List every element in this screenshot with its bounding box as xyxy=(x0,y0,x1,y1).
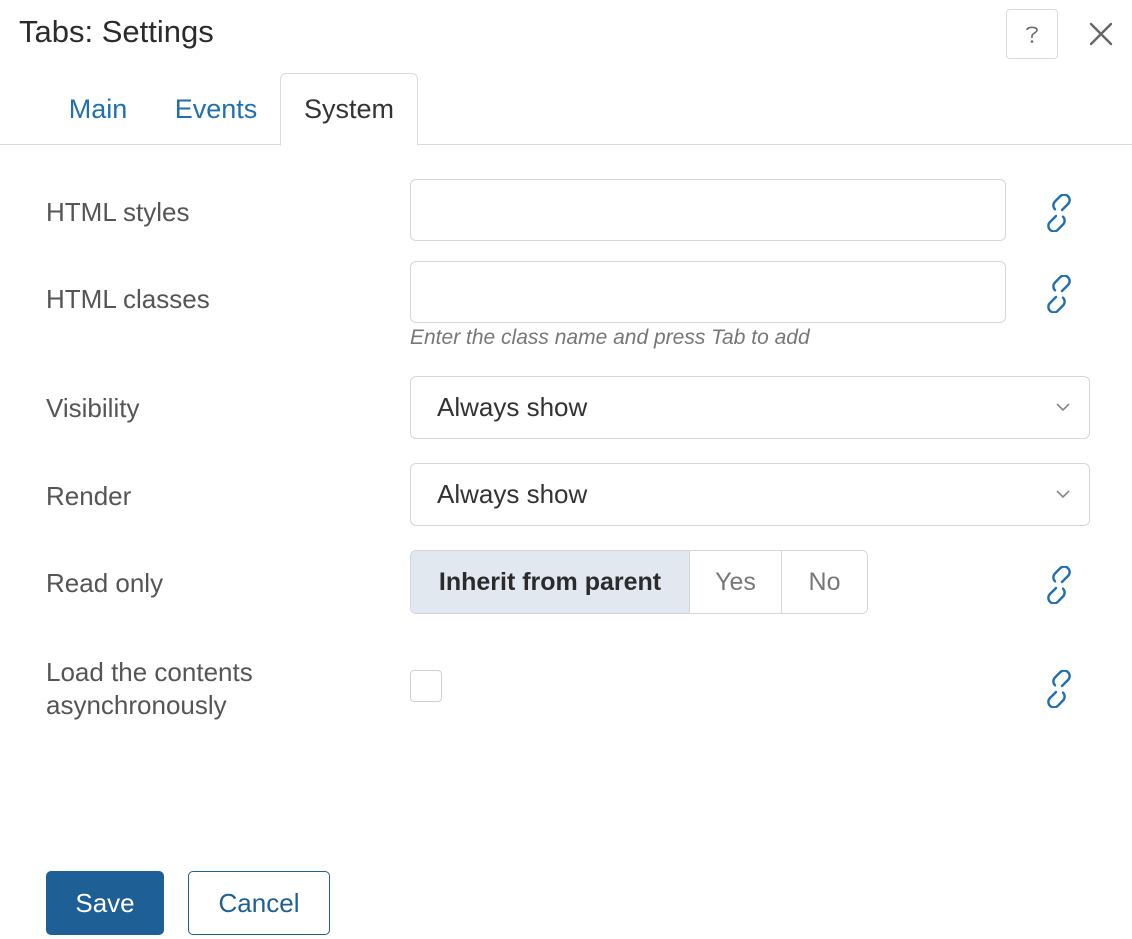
load-async-label-line2: asynchronously xyxy=(46,690,227,720)
read-only-option-yes[interactable]: Yes xyxy=(689,551,781,613)
html-styles-input[interactable] xyxy=(410,179,1006,241)
html-classes-label: HTML classes xyxy=(46,284,210,314)
tab-main[interactable]: Main xyxy=(52,73,144,145)
close-button[interactable] xyxy=(1084,16,1118,52)
load-async-label: Load the contents asynchronously xyxy=(46,656,253,722)
html-styles-label: HTML styles xyxy=(46,197,190,227)
read-only-option-no[interactable]: No xyxy=(781,551,867,613)
link-icon[interactable] xyxy=(1040,194,1078,232)
help-question-icon xyxy=(1026,26,1038,43)
tab-system[interactable]: System xyxy=(280,73,418,146)
render-label: Render xyxy=(46,481,132,511)
render-selected-value: Always show xyxy=(437,479,588,509)
tab-events[interactable]: Events xyxy=(158,73,274,145)
chevron-down-icon xyxy=(1056,403,1070,412)
read-only-label: Read only xyxy=(46,568,164,598)
link-icon[interactable] xyxy=(1040,275,1078,313)
html-classes-hint: Enter the class name and press Tab to ad… xyxy=(410,326,810,349)
save-button[interactable]: Save xyxy=(46,871,164,935)
help-button[interactable] xyxy=(1006,9,1058,59)
cancel-button[interactable]: Cancel xyxy=(188,871,330,935)
close-icon xyxy=(1089,22,1113,46)
dialog-title: Tabs: Settings xyxy=(19,14,214,49)
visibility-label: Visibility xyxy=(46,393,140,423)
load-async-checkbox[interactable] xyxy=(410,670,442,702)
visibility-select[interactable]: Always show xyxy=(410,376,1090,439)
visibility-selected-value: Always show xyxy=(437,392,588,422)
link-icon[interactable] xyxy=(1040,670,1078,708)
read-only-option-inherit[interactable]: Inherit from parent xyxy=(411,551,689,613)
render-select[interactable]: Always show xyxy=(410,463,1090,526)
link-icon[interactable] xyxy=(1040,566,1078,604)
html-classes-input[interactable] xyxy=(410,261,1006,323)
read-only-segmented-control: Inherit from parent Yes No xyxy=(410,550,868,614)
load-async-label-line1: Load the contents xyxy=(46,657,253,687)
chevron-down-icon xyxy=(1056,490,1070,499)
